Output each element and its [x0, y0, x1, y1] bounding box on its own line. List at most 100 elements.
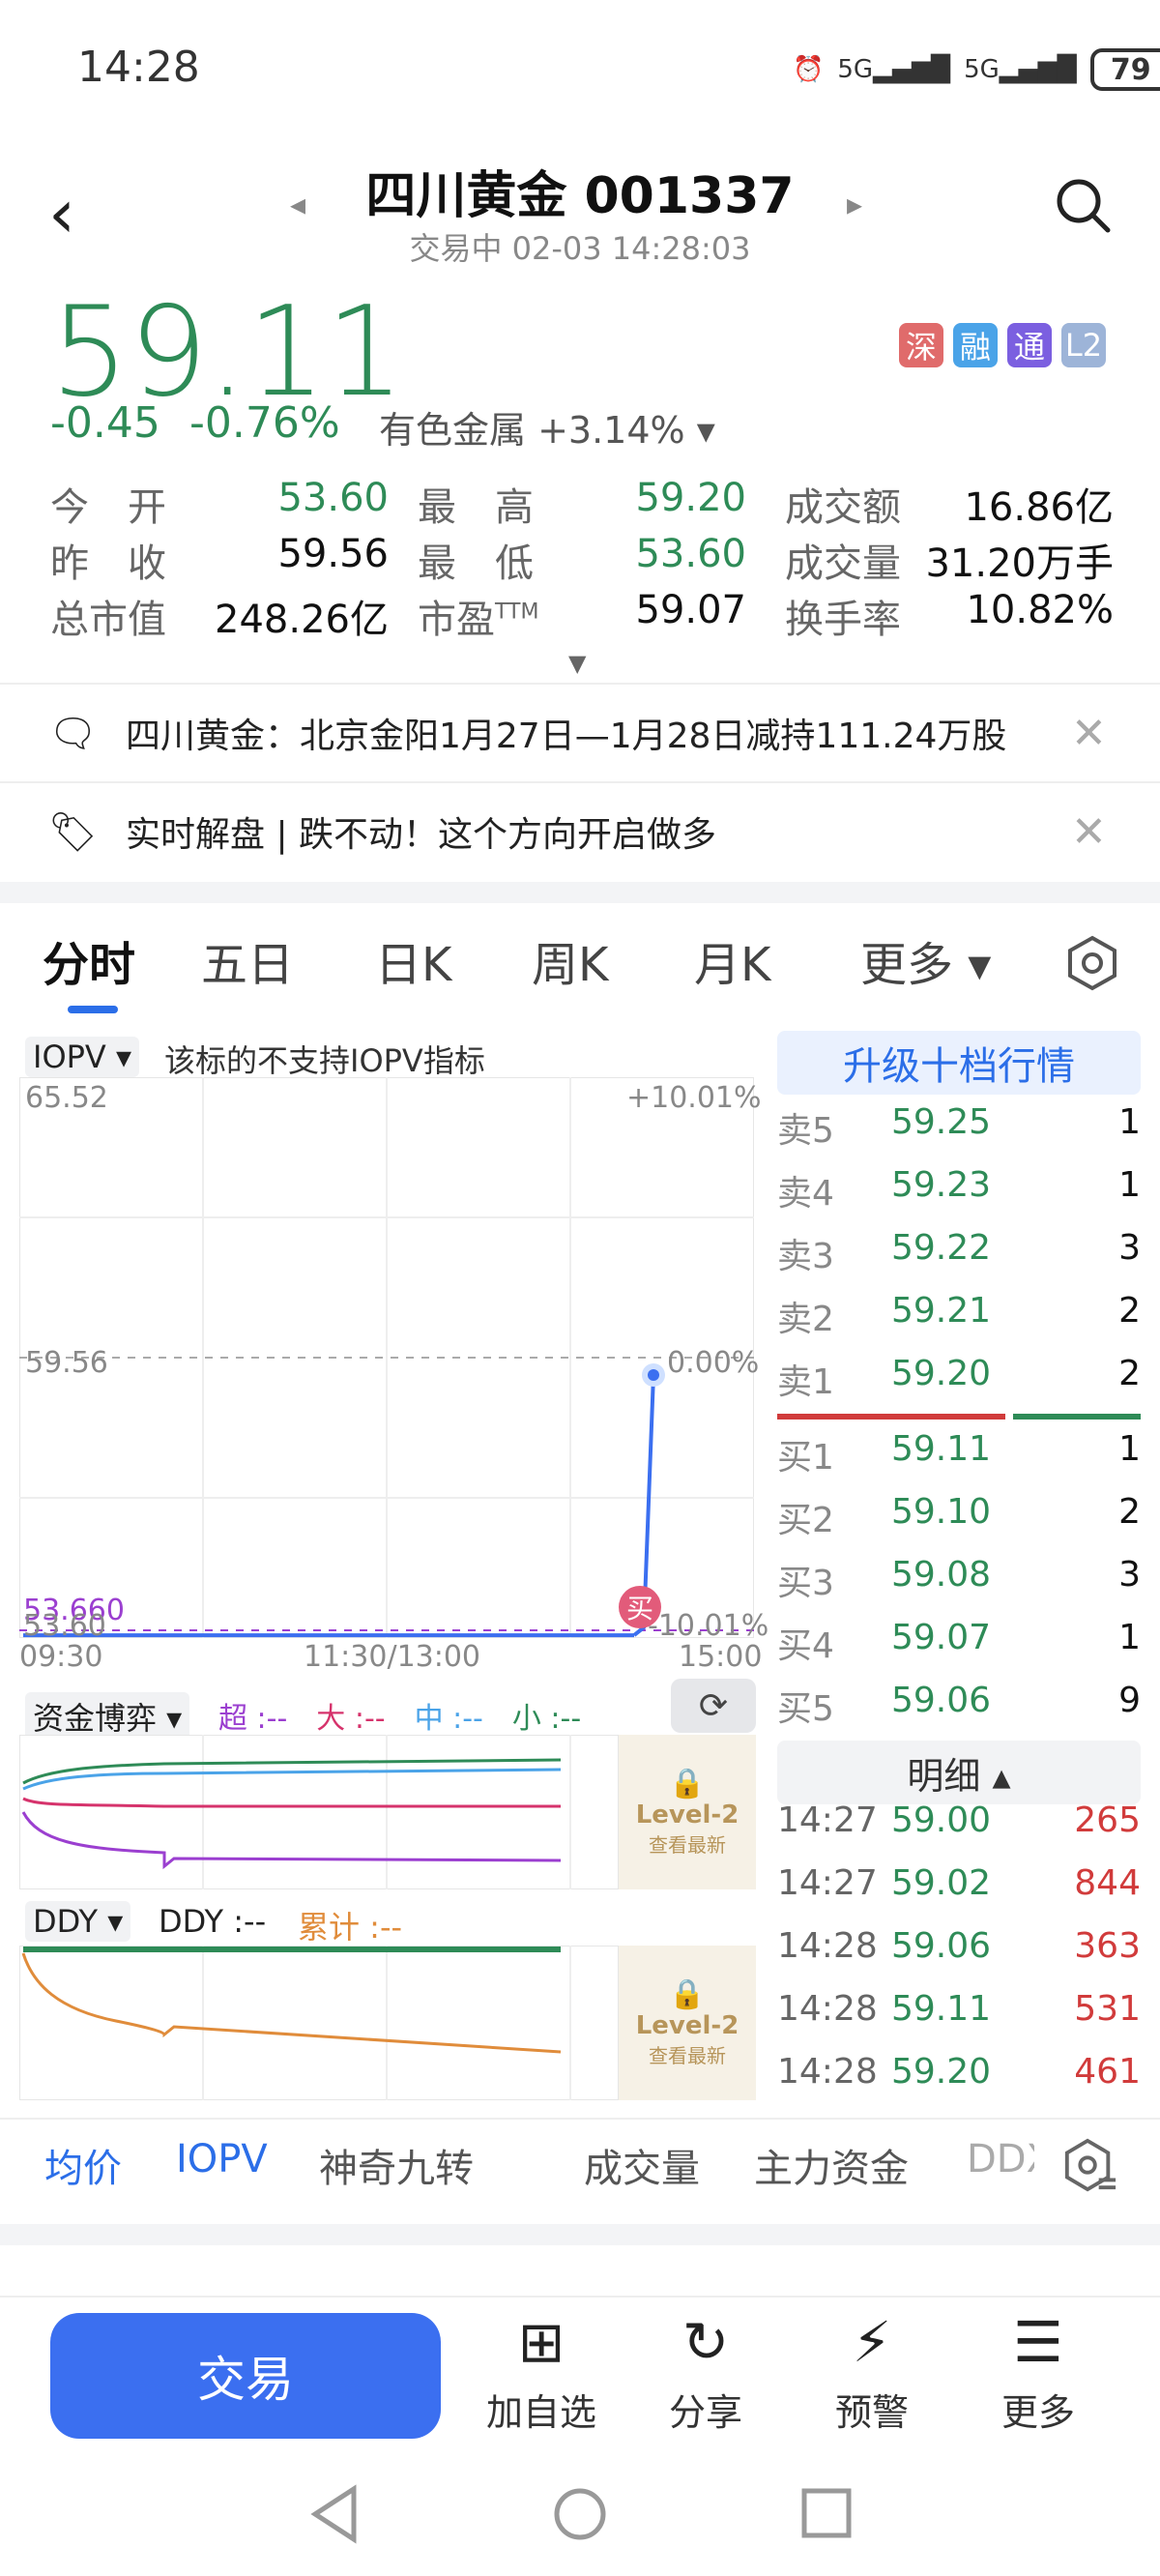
share-button[interactable]: ↻ 分享: [628, 2307, 783, 2436]
last-price-point: [648, 1369, 659, 1381]
sector-change[interactable]: 有色金属 +3.14% ▾: [379, 400, 715, 454]
price-change: -0.45: [50, 398, 160, 448]
close-icon[interactable]: ✕: [1071, 807, 1107, 857]
trade-detail-time: 14:27: [777, 1863, 878, 1903]
indicator-avg-price[interactable]: 均价: [44, 2137, 122, 2193]
ask-row[interactable]: 卖1 59.20 2: [777, 1354, 1141, 1418]
trade-detail-price: 59.06: [891, 1926, 992, 1966]
bid-row[interactable]: 买3 59.08 3: [777, 1555, 1141, 1619]
tab-more[interactable]: 更多 ▾: [860, 926, 991, 994]
indicator-iopv[interactable]: IOPV: [176, 2137, 268, 2181]
ask-row-volume: 1: [1118, 1165, 1141, 1205]
tag-icon: 🏷: [48, 809, 98, 855]
market-badge[interactable]: L2: [1061, 323, 1106, 367]
stat-label: 市盈TTM: [418, 598, 539, 642]
bid-row-price: 59.11: [891, 1429, 992, 1469]
settings-icon[interactable]: [1063, 934, 1121, 992]
intraday-chart[interactable]: [19, 1077, 754, 1638]
stat-label: 今 开: [50, 485, 166, 530]
nav-back-icon[interactable]: [310, 2484, 357, 2544]
stat-label: 总市值: [50, 598, 166, 642]
stat-value: 59.56: [277, 532, 389, 576]
battery-icon: 79: [1089, 48, 1160, 91]
search-icon[interactable]: [1054, 176, 1112, 234]
ddy-chart: [19, 1946, 619, 2100]
indicator-volume[interactable]: 成交量: [584, 2137, 700, 2193]
alarm-icon: ⏰: [793, 55, 825, 84]
bid-row[interactable]: 买1 59.11 1: [777, 1429, 1141, 1493]
level2-lock-panel[interactable]: 🔒 Level-2 查看最新: [619, 1735, 756, 1889]
stat-row: 总市值 248.26亿 市盈TTM 59.07 换手率 10.82%: [50, 588, 1123, 646]
chat-icon: 🗨: [48, 711, 98, 756]
bid-row[interactable]: 买5 59.06 9: [777, 1681, 1141, 1744]
fund-flow-selector[interactable]: 资金博弈 ▾: [25, 1692, 190, 1741]
ask-row[interactable]: 卖5 59.25 1: [777, 1102, 1141, 1166]
stat-value: 16.86亿: [964, 485, 1114, 530]
news-item[interactable]: 🗨 四川黄金：北京金阳1月27日—1月28日减持111.24万股 ✕: [0, 685, 1160, 781]
trading-status: 交易中 02-03 14:28:03: [409, 230, 751, 267]
system-nav-bar: [310, 2484, 852, 2544]
more-button[interactable]: ☰ 更多: [961, 2307, 1116, 2436]
iopv-selector[interactable]: IOPV ▾: [25, 1037, 140, 1077]
alert-button[interactable]: ⚡ 预警: [795, 2307, 949, 2436]
bid-row-level: 买1: [777, 1438, 834, 1478]
stat-row: 昨 收 59.56 最 低 53.60 成交量 31.20万手: [50, 532, 1123, 590]
trade-detail-time: 14:28: [777, 1926, 878, 1966]
stat-value: 53.60: [635, 532, 746, 576]
ask-row[interactable]: 卖2 59.21 2: [777, 1291, 1141, 1355]
tab-five-day[interactable]: 五日: [201, 926, 294, 994]
indicator-main-fund[interactable]: 主力资金: [754, 2137, 909, 2193]
ask-row-volume: 2: [1118, 1291, 1141, 1331]
tab-intraday[interactable]: 分时: [43, 926, 135, 994]
trade-detail-volume: 461: [1074, 2052, 1141, 2092]
tab-daily-k[interactable]: 日K: [375, 926, 451, 994]
stat-label: 成交额: [785, 485, 901, 530]
expand-stats-icon[interactable]: ▼: [568, 650, 586, 677]
bid-row[interactable]: 买2 59.10 2: [777, 1492, 1141, 1556]
ddy-selector[interactable]: DDY ▾: [25, 1901, 131, 1942]
trade-detail-toggle[interactable]: 明细 ▴: [777, 1741, 1141, 1804]
signal-icon: 5G▂▄▆█: [964, 55, 1077, 84]
tab-monthly-k[interactable]: 月K: [694, 926, 770, 994]
bid-row-price: 59.07: [891, 1618, 992, 1657]
ask-row[interactable]: 卖4 59.23 1: [777, 1165, 1141, 1229]
ask-row[interactable]: 卖3 59.22 3: [777, 1228, 1141, 1292]
ask-row-level: 卖3: [777, 1237, 834, 1276]
nav-home-icon[interactable]: [554, 2488, 606, 2540]
bid-row-volume: 1: [1118, 1429, 1141, 1469]
close-icon[interactable]: ✕: [1071, 709, 1107, 758]
rotate-screen-icon[interactable]: ⟳: [671, 1679, 756, 1733]
ask-row-volume: 2: [1118, 1354, 1141, 1393]
indicator-settings-icon[interactable]: [1061, 2137, 1117, 2193]
market-badge[interactable]: 融: [953, 323, 998, 367]
ask-row-level: 卖1: [777, 1362, 834, 1402]
ask-bid-divider-green: [1013, 1414, 1141, 1420]
bid-row-level: 买5: [777, 1689, 834, 1729]
bid-row[interactable]: 买4 59.07 1: [777, 1618, 1141, 1682]
add-watchlist-button[interactable]: ⊞ 加自选: [464, 2307, 619, 2436]
trade-detail-volume: 265: [1074, 1800, 1141, 1840]
ddy-value: DDY :--: [159, 1903, 267, 1940]
tab-weekly-k[interactable]: 周K: [532, 926, 608, 994]
lock-icon: 🔒: [669, 1767, 706, 1800]
upgrade-level10-button[interactable]: 升级十档行情: [777, 1031, 1141, 1095]
news-item[interactable]: 🏷 实时解盘 | 跌不动！这个方向开启做多 ✕: [0, 783, 1160, 880]
stat-label: 最 高: [418, 485, 534, 530]
market-badge[interactable]: 通: [1007, 323, 1052, 367]
stat-label: 换手率: [785, 598, 901, 642]
level2-lock-panel[interactable]: 🔒 Level-2 查看最新: [619, 1946, 756, 2100]
indicator-ddx[interactable]: DDX: [967, 2137, 1034, 2181]
bid-row-level: 买3: [777, 1564, 834, 1603]
indicator-nine-turn[interactable]: 神奇九转: [319, 2137, 474, 2193]
alert-icon: ⚡: [852, 2309, 892, 2375]
market-badge[interactable]: 深: [899, 323, 943, 367]
buy-marker[interactable]: 买: [619, 1586, 661, 1628]
trade-detail-price: 59.02: [891, 1863, 992, 1903]
stat-label: 最 低: [418, 542, 534, 586]
trade-button[interactable]: 交易: [50, 2313, 441, 2439]
y-axis-low: 53.60: [23, 1609, 106, 1643]
ask-row-price: 59.22: [891, 1228, 992, 1268]
ask-row-volume: 3: [1118, 1228, 1141, 1268]
stat-value: 59.07: [635, 588, 746, 632]
nav-recents-icon[interactable]: [801, 2488, 852, 2538]
